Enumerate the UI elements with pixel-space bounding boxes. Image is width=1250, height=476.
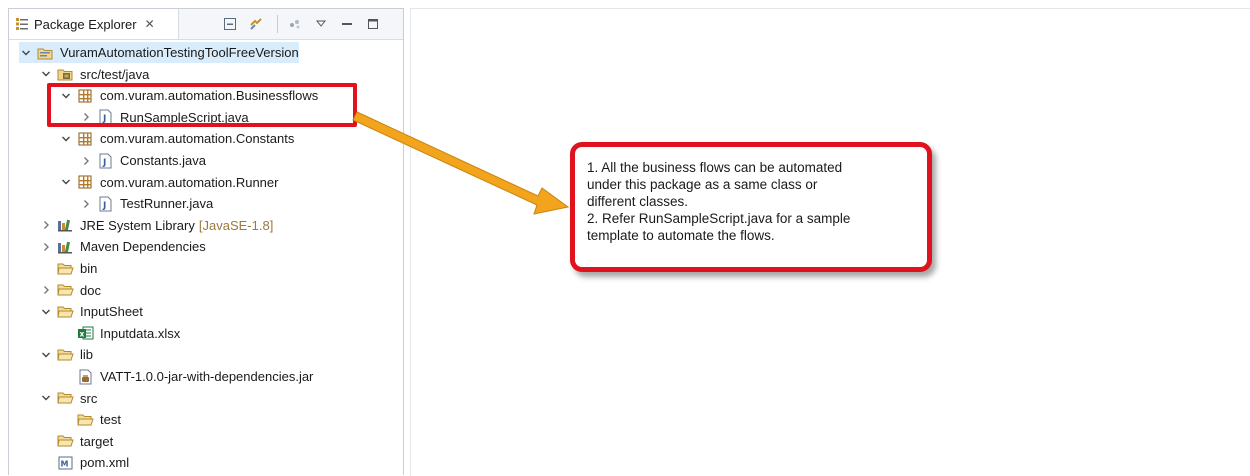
callout-text-line-5: template to automate the flows. <box>587 228 775 243</box>
callout-text-line-2: under this package as a same class or <box>587 177 818 192</box>
callout-text-line-4: 2. Refer RunSampleScript.java for a samp… <box>587 211 851 226</box>
callout-text-line-1: 1. All the business flows can be automat… <box>587 160 843 175</box>
callout-box: 1. All the business flows can be automat… <box>570 142 932 272</box>
callout-text-line-3: different classes. <box>587 194 689 209</box>
